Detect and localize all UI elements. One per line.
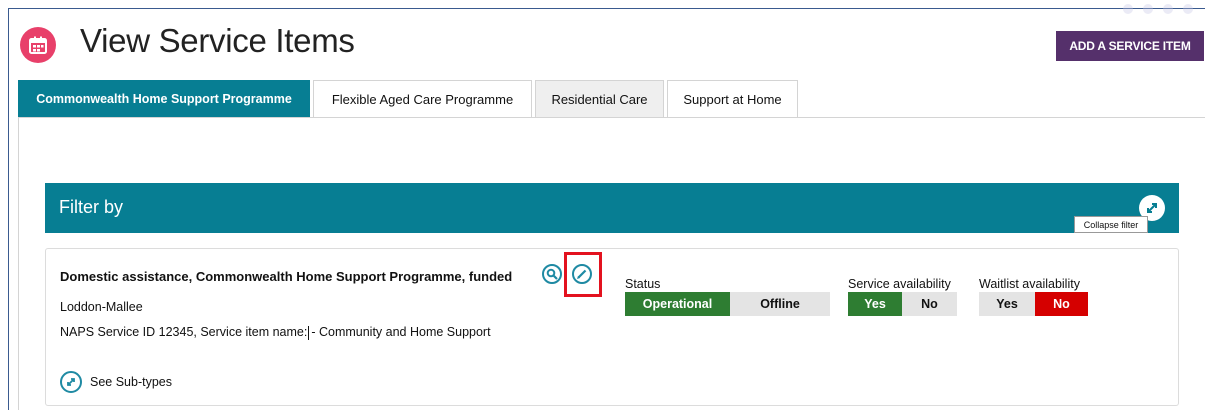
tab-support-at-home[interactable]: Support at Home bbox=[667, 80, 798, 117]
service-availability-label: Service availability bbox=[848, 277, 951, 291]
see-subtypes-link[interactable]: See Sub-types bbox=[60, 371, 172, 393]
service-availability-yes-button[interactable]: Yes bbox=[848, 292, 902, 316]
naps-suffix: - Community and Home Support bbox=[311, 325, 491, 339]
decorative-dots bbox=[1123, 4, 1193, 14]
add-service-item-button[interactable]: ADD A SERVICE ITEM bbox=[1056, 31, 1204, 61]
service-availability-toggle[interactable]: Yes No bbox=[848, 292, 957, 316]
service-item-card: Domestic assistance, Commonwealth Home S… bbox=[45, 248, 1179, 406]
text-cursor bbox=[308, 325, 310, 340]
status-label: Status bbox=[625, 277, 661, 291]
page-title: View Service Items bbox=[80, 22, 355, 59]
tab-commonwealth-home-support[interactable]: Commonwealth Home Support Programme bbox=[18, 80, 310, 117]
waitlist-availability-yes-button[interactable]: Yes bbox=[979, 292, 1035, 316]
tab-residential-care[interactable]: Residential Care bbox=[535, 80, 664, 117]
search-icon[interactable] bbox=[542, 264, 562, 284]
status-operational-button[interactable]: Operational bbox=[625, 292, 730, 316]
region-text: Loddon-Mallee bbox=[60, 300, 143, 314]
status-toggle[interactable]: Operational Offline bbox=[625, 292, 830, 316]
waitlist-availability-label: Waitlist availability bbox=[979, 277, 1080, 291]
collapse-filter-tooltip: Collapse filter bbox=[1074, 216, 1148, 233]
expand-icon[interactable] bbox=[60, 371, 82, 393]
waitlist-availability-no-button[interactable]: No bbox=[1035, 292, 1088, 316]
service-item-title: Domestic assistance, Commonwealth Home S… bbox=[60, 269, 513, 284]
filter-title: Filter by bbox=[59, 197, 124, 217]
tab-flexible-aged-care[interactable]: Flexible Aged Care Programme bbox=[313, 80, 532, 117]
status-offline-button[interactable]: Offline bbox=[730, 292, 830, 316]
see-subtypes-label: See Sub-types bbox=[90, 375, 172, 389]
filter-bar[interactable]: Filter by bbox=[45, 183, 1179, 233]
app-calendar-icon bbox=[20, 27, 56, 63]
service-availability-no-button[interactable]: No bbox=[902, 292, 957, 316]
edit-highlight-box bbox=[564, 252, 602, 297]
naps-service-line: NAPS Service ID 12345, Service item name… bbox=[60, 325, 491, 340]
waitlist-availability-toggle[interactable]: Yes No bbox=[979, 292, 1088, 316]
naps-prefix: NAPS Service ID 12345, Service item name… bbox=[60, 325, 308, 339]
